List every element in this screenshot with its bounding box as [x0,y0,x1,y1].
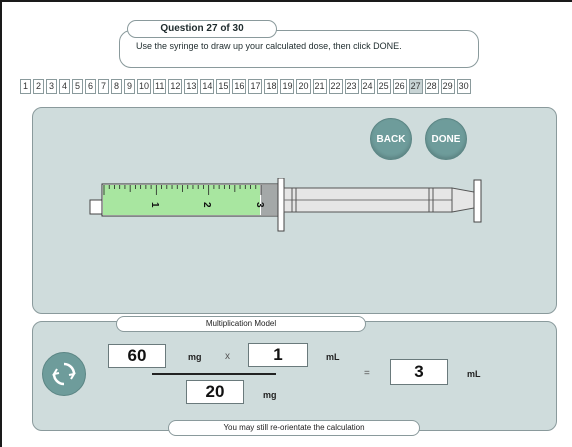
question-nav-13[interactable]: 13 [184,79,199,94]
footer-note: You may still re-orientate the calculati… [168,420,420,436]
question-nav-1[interactable]: 1 [20,79,31,94]
question-nav-24[interactable]: 24 [360,79,375,94]
question-nav-29[interactable]: 29 [440,79,455,94]
stock-unit: mg [263,390,277,400]
question-nav-11[interactable]: 11 [153,79,167,94]
scale-label-2: 2 [201,202,212,208]
section-label: Multiplication Model [116,316,366,332]
question-nav-2[interactable]: 2 [33,79,44,94]
stock-value[interactable]: 20 [186,380,244,404]
plunger-thumb-rest[interactable] [473,179,482,223]
syringe-liquid [103,185,260,215]
question-nav-26[interactable]: 26 [392,79,407,94]
volume-unit: mL [326,352,340,362]
dose-value[interactable]: 60 [108,344,166,368]
question-nav-12[interactable]: 12 [168,79,183,94]
question-nav-8[interactable]: 8 [111,79,122,94]
volume-value[interactable]: 1 [248,343,308,367]
question-nav-15[interactable]: 15 [216,79,231,94]
dose-unit: mg [188,352,202,362]
question-nav-16[interactable]: 16 [232,79,247,94]
question-nav-5[interactable]: 5 [72,79,83,94]
result-unit: mL [467,369,481,379]
back-button[interactable]: BACK [370,118,412,160]
syringe[interactable]: 1 2 3 [88,178,498,234]
reorientate-button[interactable] [42,352,86,396]
question-nav-22[interactable]: 22 [328,79,343,94]
question-instruction: Use the syringe to draw up your calculat… [136,41,402,51]
fraction-line [152,373,276,375]
question-nav-6[interactable]: 6 [85,79,96,94]
barrel-flange [277,178,285,232]
scale-label-3: 3 [254,202,265,208]
question-nav-10[interactable]: 10 [137,79,152,94]
question-nav-7[interactable]: 7 [98,79,109,94]
question-nav-25[interactable]: 25 [376,79,391,94]
question-nav-19[interactable]: 19 [280,79,295,94]
equals-sign: = [364,368,370,379]
times-sign: x [225,351,230,362]
question-nav-23[interactable]: 23 [344,79,359,94]
result-value[interactable]: 3 [390,359,448,385]
question-nav-3[interactable]: 3 [46,79,57,94]
rotate-icon [51,362,77,386]
question-nav-21[interactable]: 21 [312,79,327,94]
scale-label-1: 1 [149,202,160,208]
question-nav-28[interactable]: 28 [424,79,439,94]
question-nav-4[interactable]: 4 [59,79,70,94]
question-nav-18[interactable]: 18 [264,79,279,94]
question-nav: 1 2 3 4 5 6 7 8 9 10 11 12 13 14 15 16 17 18 19 20 21 22 23 24 2… [20,79,471,95]
question-nav-14[interactable]: 14 [200,79,215,94]
done-button[interactable]: DONE [425,118,467,160]
question-nav-9[interactable]: 9 [124,79,135,94]
question-nav-27[interactable]: 27 [408,79,423,94]
question-nav-17[interactable]: 17 [248,79,263,94]
question-nav-30[interactable]: 30 [456,79,471,94]
question-nav-20[interactable]: 20 [296,79,311,94]
question-title: Question 27 of 30 [127,20,277,38]
